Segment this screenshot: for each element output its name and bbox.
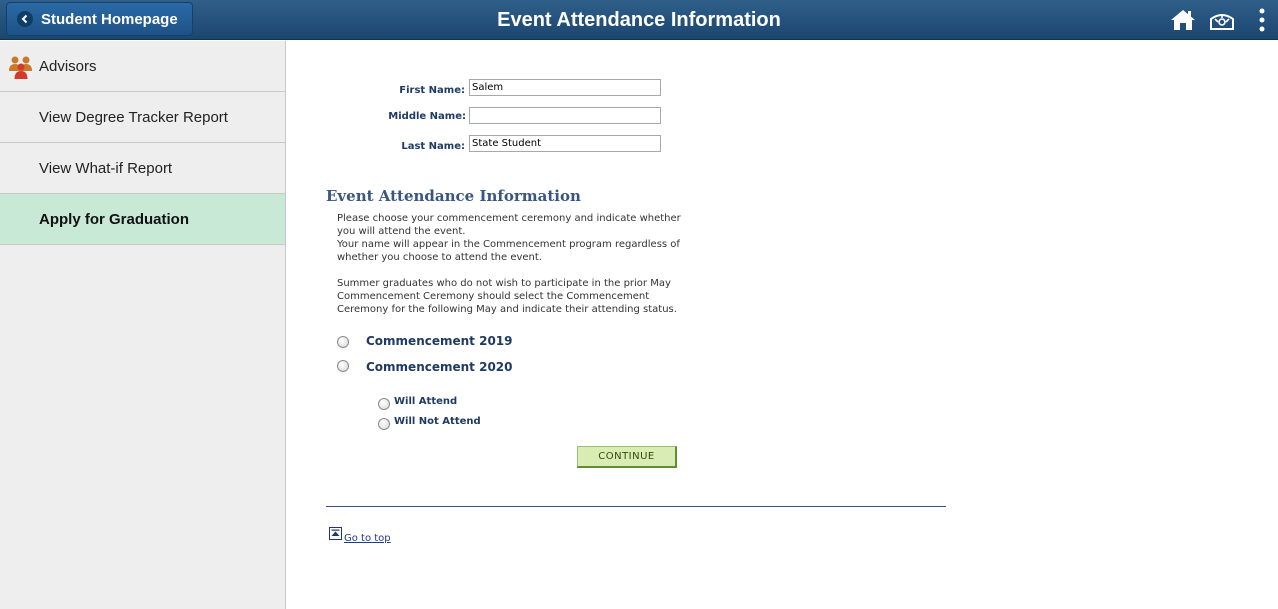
student-homepage-back-button[interactable]: Student Homepage: [6, 2, 193, 36]
home-icon[interactable]: [1169, 6, 1197, 34]
last-name-field[interactable]: State Student: [469, 135, 661, 152]
sidebar-item-label: View Degree Tracker Report: [39, 108, 228, 126]
first-name-field[interactable]: Salem: [469, 79, 661, 96]
will-attend-label: Will Attend: [394, 396, 458, 407]
sidebar-item-what-if[interactable]: View What-if Report: [0, 143, 285, 194]
go-to-top-icon: [329, 525, 342, 544]
sidebar-item-label: View What-if Report: [39, 159, 173, 177]
sidebar-item-label: Apply for Graduation: [39, 210, 189, 228]
go-to-top-label: Go to top: [344, 533, 391, 544]
commencement-2019-label: Commencement 2019: [366, 334, 513, 348]
instructions-program: Your name will appear in the Commencemen…: [337, 239, 680, 263]
chevron-left-icon: [17, 11, 33, 27]
navbar-icon[interactable]: [1208, 6, 1236, 34]
commencement-2020-label: Commencement 2020: [366, 360, 513, 374]
will-not-attend-label: Will Not Attend: [394, 416, 481, 427]
will-not-attend-radio[interactable]: [378, 418, 390, 430]
sidebar-item-apply-graduation[interactable]: Apply for Graduation: [0, 194, 285, 245]
sidebar-item-degree-tracker[interactable]: View Degree Tracker Report: [0, 92, 285, 143]
actions-menu-icon[interactable]: [1248, 6, 1276, 34]
advisors-icon: [8, 55, 34, 83]
section-title: Event Attendance Information: [326, 187, 581, 205]
back-button-label: Student Homepage: [41, 10, 178, 28]
sidebar-item-advisors[interactable]: Advisors: [0, 41, 285, 92]
will-attend-radio[interactable]: [378, 398, 390, 410]
last-name-label: Last Name:: [401, 141, 465, 152]
go-to-top-link[interactable]: Go to top: [329, 525, 391, 544]
continue-button[interactable]: CONTINUE: [577, 446, 677, 468]
commencement-2019-radio[interactable]: [337, 336, 349, 348]
commencement-2020-radio[interactable]: [337, 360, 349, 372]
first-name-label: First Name:: [399, 85, 465, 96]
instructions-summer: Summer graduates who do not wish to part…: [337, 278, 677, 315]
middle-name-label: Middle Name:: [388, 111, 466, 122]
middle-name-field[interactable]: [469, 107, 661, 124]
sidebar-item-label: Advisors: [39, 57, 97, 75]
instructions-ceremony: Please choose your commencement ceremony…: [337, 213, 681, 237]
sidebar: Advisors View Degree Tracker Report View…: [0, 41, 286, 609]
divider: [326, 506, 946, 507]
main-content: First Name: Salem Middle Name: Last Name…: [287, 41, 1278, 609]
app-header: Student Homepage Event Attendance Inform…: [0, 0, 1278, 40]
